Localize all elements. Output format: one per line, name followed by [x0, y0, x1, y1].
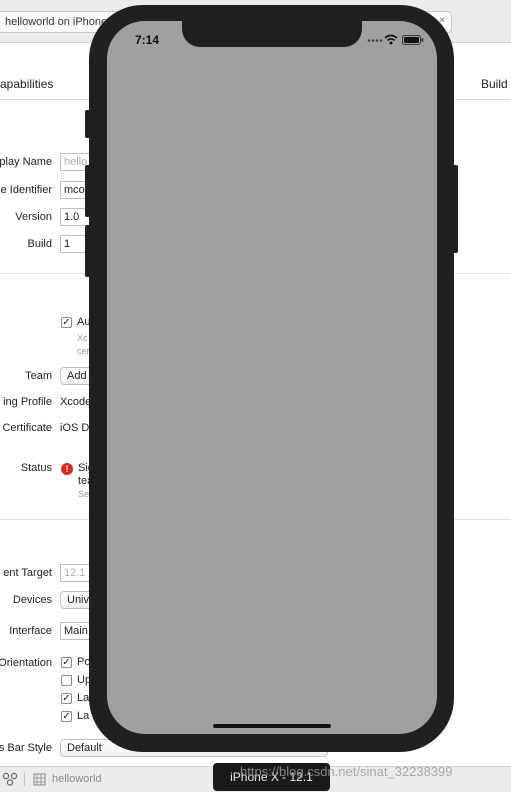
signing-status-note: Se	[78, 489, 90, 499]
simulator-screen[interactable]: 7:14	[107, 21, 437, 734]
version-label: Version	[15, 211, 52, 223]
automatic-signing-note-2: cer	[77, 346, 90, 356]
project-breadcrumb[interactable]: helloworld	[52, 773, 102, 785]
orientation-upside-down-checkbox[interactable]	[61, 675, 72, 686]
automatic-signing-note: Xc	[77, 333, 88, 343]
provisioning-profile-value: Xcode	[60, 396, 92, 408]
deployment-target-label: ent Target	[3, 567, 52, 579]
display-name-label: play Name	[0, 156, 52, 168]
home-indicator[interactable]	[213, 724, 331, 728]
orientation-landscape-left-label: La	[77, 692, 90, 704]
automatic-signing-checkbox[interactable]: ✓	[61, 317, 72, 328]
tab-capabilities[interactable]: apabilities	[0, 77, 53, 91]
signing-status-label: Status	[20, 462, 52, 474]
signing-certificate-label: Certificate	[2, 422, 52, 434]
hierarchy-icon[interactable]	[2, 772, 18, 786]
orientation-portrait-checkbox[interactable]: ✓	[61, 657, 72, 668]
battery-icon	[402, 35, 424, 45]
devices-label: Devices	[12, 594, 52, 606]
orientation-landscape-right-label: La	[77, 710, 90, 722]
scheme-tab-title: helloworld on iPhone	[5, 16, 108, 28]
wifi-icon	[384, 34, 398, 45]
cellular-dots-icon	[367, 39, 383, 42]
device-orientation-label: Orientation	[0, 657, 52, 669]
watermark-text: https://blog.csdn.net/sinat_32238399	[240, 764, 453, 779]
main-interface-label: Interface	[9, 625, 52, 637]
status-bar-style-label: s Bar Style	[0, 742, 52, 754]
build-label: Build	[27, 238, 52, 250]
provisioning-profile-label: ing Profile	[3, 396, 52, 408]
toolbar-divider	[24, 772, 25, 786]
sensor-notch	[182, 21, 362, 47]
team-label: Team	[25, 370, 52, 382]
bundle-identifier-label: e Identifier	[0, 184, 52, 196]
status-time: 7:14	[135, 33, 160, 47]
orientation-landscape-right-checkbox[interactable]: ✓	[61, 711, 72, 722]
error-icon: !	[61, 463, 73, 475]
orientation-landscape-left-checkbox[interactable]: ✓	[61, 693, 72, 704]
signing-certificate-value: iOS D	[60, 422, 90, 434]
tab-build-settings[interactable]: Build	[481, 77, 508, 91]
project-file-icon	[33, 773, 46, 786]
